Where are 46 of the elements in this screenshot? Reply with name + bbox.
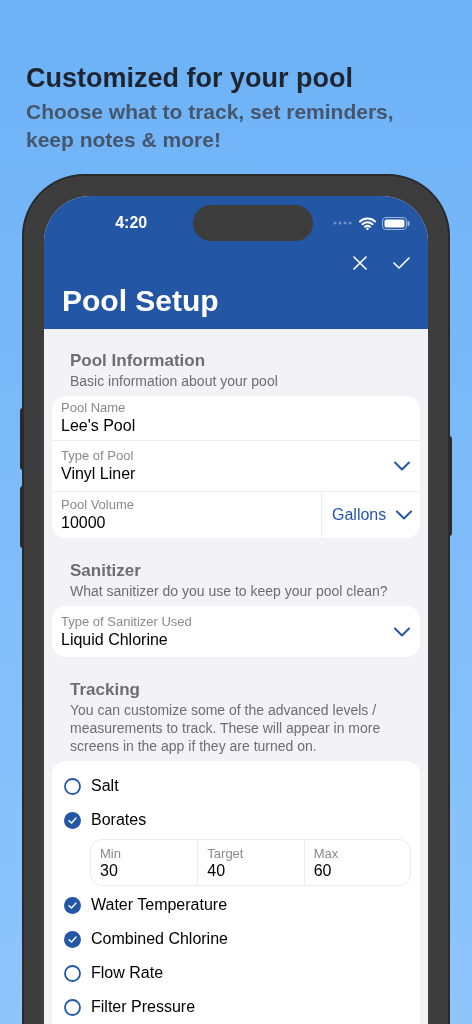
wifi-icon (359, 216, 376, 230)
checked-circle-icon[interactable] (64, 930, 81, 948)
field-value: 10000 (61, 513, 107, 533)
empty-circle-icon[interactable] (64, 777, 81, 795)
picker-field[interactable]: Type of Sanitizer Used Liquid Chlorine (52, 606, 420, 657)
section-title: Sanitizer (70, 560, 142, 582)
field-value: Vinyl Liner (61, 464, 137, 484)
field-value: Liquid Chlorine (61, 629, 169, 650)
tracking-option[interactable]: Salt (91, 774, 119, 798)
checked-circle-icon[interactable] (64, 896, 81, 914)
empty-circle-icon[interactable] (64, 964, 81, 982)
status-time: 4:20 (114, 213, 149, 233)
range-field[interactable]: Max 60 (303, 840, 410, 885)
range-field[interactable]: Target 40 (197, 840, 304, 885)
tracking-option[interactable]: Flow Rate (91, 961, 164, 985)
range-field[interactable]: Min 30 (91, 840, 198, 885)
chevron-down-icon (394, 461, 410, 471)
close-icon[interactable] (353, 256, 367, 270)
subheadline: Choose what to track, set reminders, keep notes & more! (26, 99, 395, 153)
chevron-down-icon (396, 510, 413, 520)
screen-title: Pool Setup (62, 283, 220, 319)
unit-picker[interactable]: Gallons (321, 492, 420, 538)
field-label: Type of Pool (61, 448, 135, 464)
checkmark-icon[interactable] (393, 257, 410, 269)
checked-circle-icon[interactable] (64, 811, 81, 829)
signal-icon (333, 221, 353, 225)
text-field[interactable]: Pool Name Lee's Pool (52, 396, 420, 441)
field-label: Pool Name (61, 400, 127, 416)
number-field[interactable]: Pool Volume 10000 (52, 492, 321, 538)
chevron-down-icon (394, 626, 410, 637)
battery-icon (382, 216, 410, 230)
section-description: You can customize some of the advanced levels / measurements to track. These will appear in more screens in the app if they are turned on. (70, 701, 382, 755)
tracking-option[interactable]: Borates (91, 808, 147, 832)
field-value: Lee's Pool (61, 416, 137, 436)
picker-field[interactable]: Type of Pool Vinyl Liner (52, 441, 420, 492)
tracking-option[interactable]: Water Temperature (91, 893, 228, 917)
section-title: Pool Information (70, 350, 207, 372)
empty-circle-icon[interactable] (64, 998, 81, 1016)
section-description: What sanitizer do you use to keep your pool clean? (70, 582, 389, 600)
section-title: Tracking (70, 679, 141, 701)
tracking-option[interactable]: Combined Chlorine (91, 927, 228, 951)
headline: Customized for your pool (26, 62, 354, 95)
field-label: Type of Sanitizer Used (61, 613, 193, 630)
tracking-option[interactable]: Filter Pressure (91, 995, 196, 1019)
field-label: Pool Volume (61, 497, 135, 513)
section-description: Basic information about your pool (70, 372, 279, 390)
